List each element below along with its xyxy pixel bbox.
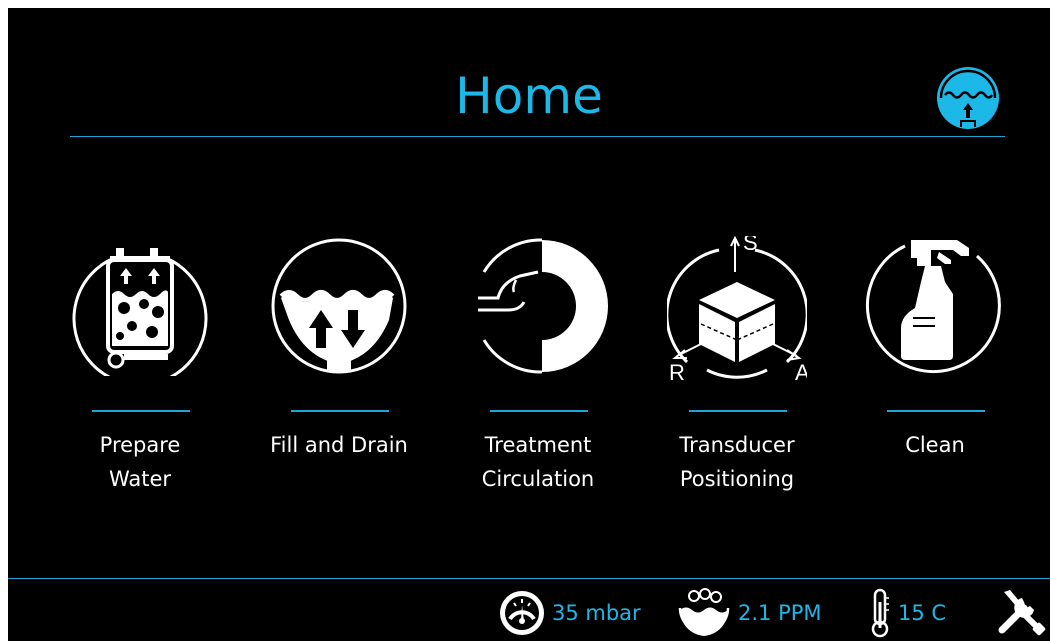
fill-drain-icon	[271, 238, 407, 374]
tile-prepare-water[interactable]: Prepare Water	[60, 236, 220, 496]
tile-treatment-circulation[interactable]: Treatment Circulation	[458, 236, 618, 496]
transducer-positioning-icon: S R A	[667, 236, 807, 385]
tile-label: Fill and Drain	[270, 433, 408, 457]
tile-transducer-positioning[interactable]: S R A Transducer Positioning	[657, 236, 817, 496]
tile-underline	[689, 410, 787, 412]
temperature-value: 15 C	[898, 601, 947, 625]
gas-value: 2.1 PPM	[738, 601, 822, 625]
status-temperature: 15 C	[868, 588, 946, 638]
tile-label: Prepare Water	[99, 433, 181, 491]
tile-underline	[92, 410, 190, 412]
prepare-water-icon	[72, 248, 208, 376]
tile-label: Treatment Circulation	[481, 433, 595, 491]
status-gas: 2.1 PPM	[676, 588, 822, 638]
page-title: Home	[455, 67, 603, 125]
tile-label: Transducer Positioning	[679, 433, 795, 491]
tile-underline	[291, 410, 389, 412]
dissolved-gas-icon	[678, 588, 730, 636]
thermometer-icon	[871, 588, 889, 638]
tile-clean[interactable]: Clean	[855, 236, 1015, 496]
axis-label-a: A	[795, 360, 807, 385]
pressure-value: 35 mbar	[552, 601, 641, 625]
axis-label-s: S	[743, 236, 758, 255]
footer-divider	[8, 578, 1050, 579]
tile-fill-and-drain[interactable]: Fill and Drain	[259, 236, 419, 496]
pressure-gauge-icon	[500, 591, 544, 635]
axis-label-r: R	[669, 360, 685, 385]
home-screen: Home Prepare Water Fill and Drain Treatm…	[8, 8, 1050, 641]
water-level-icon[interactable]	[935, 65, 1001, 131]
title-divider	[70, 136, 1005, 137]
tools-icon[interactable]	[996, 586, 1046, 636]
tile-underline	[887, 410, 985, 412]
tile-underline	[490, 410, 588, 412]
tile-label: Clean	[905, 433, 965, 457]
status-pressure: 35 mbar	[498, 588, 641, 638]
clean-spray-icon	[865, 240, 1001, 374]
treatment-circulation-icon	[478, 238, 608, 374]
